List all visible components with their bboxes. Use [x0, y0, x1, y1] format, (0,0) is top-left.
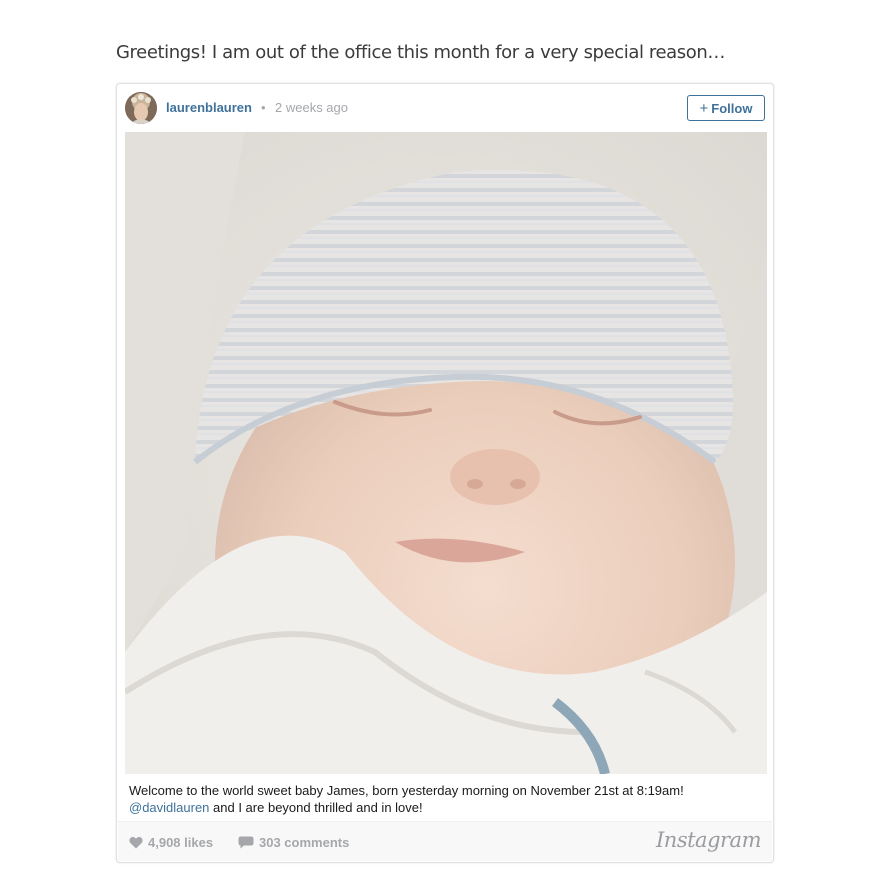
post-header: laurenblauren • 2 weeks ago + Follow — [125, 92, 765, 125]
mention-link[interactable]: @davidlauren — [129, 800, 209, 815]
post-photo[interactable] — [125, 132, 767, 774]
post-caption: Welcome to the world sweet baby James, b… — [129, 782, 759, 816]
post-footer: 4,908 likes 303 comments Instagram — [118, 821, 772, 861]
comment-bubble-icon — [238, 836, 254, 849]
caption-text-continued: and I are beyond thrilled and in love! — [209, 800, 423, 815]
comments-count[interactable]: 303 comments — [238, 835, 349, 850]
likes-count[interactable]: 4,908 likes — [129, 835, 213, 850]
username-link[interactable]: laurenblauren — [166, 100, 252, 115]
comments-label: 303 comments — [259, 835, 350, 850]
baby-photo-image — [125, 132, 767, 774]
follow-button[interactable]: + Follow — [687, 95, 765, 121]
instagram-embed: laurenblauren • 2 weeks ago + Follow Wel… — [116, 83, 774, 863]
avatar[interactable] — [125, 92, 157, 124]
intro-text: Greetings! I am out of the office this m… — [116, 42, 726, 63]
plus-icon: + — [699, 99, 709, 117]
caption-text: Welcome to the world sweet baby James, b… — [129, 783, 684, 798]
meta-separator: • — [261, 100, 266, 115]
heart-icon — [129, 836, 143, 849]
avatar-image — [125, 92, 157, 124]
follow-label: Follow — [711, 100, 753, 116]
likes-label: 4,908 likes — [148, 835, 214, 850]
instagram-logo[interactable]: Instagram — [656, 828, 761, 852]
post-timestamp[interactable]: 2 weeks ago — [275, 100, 348, 115]
